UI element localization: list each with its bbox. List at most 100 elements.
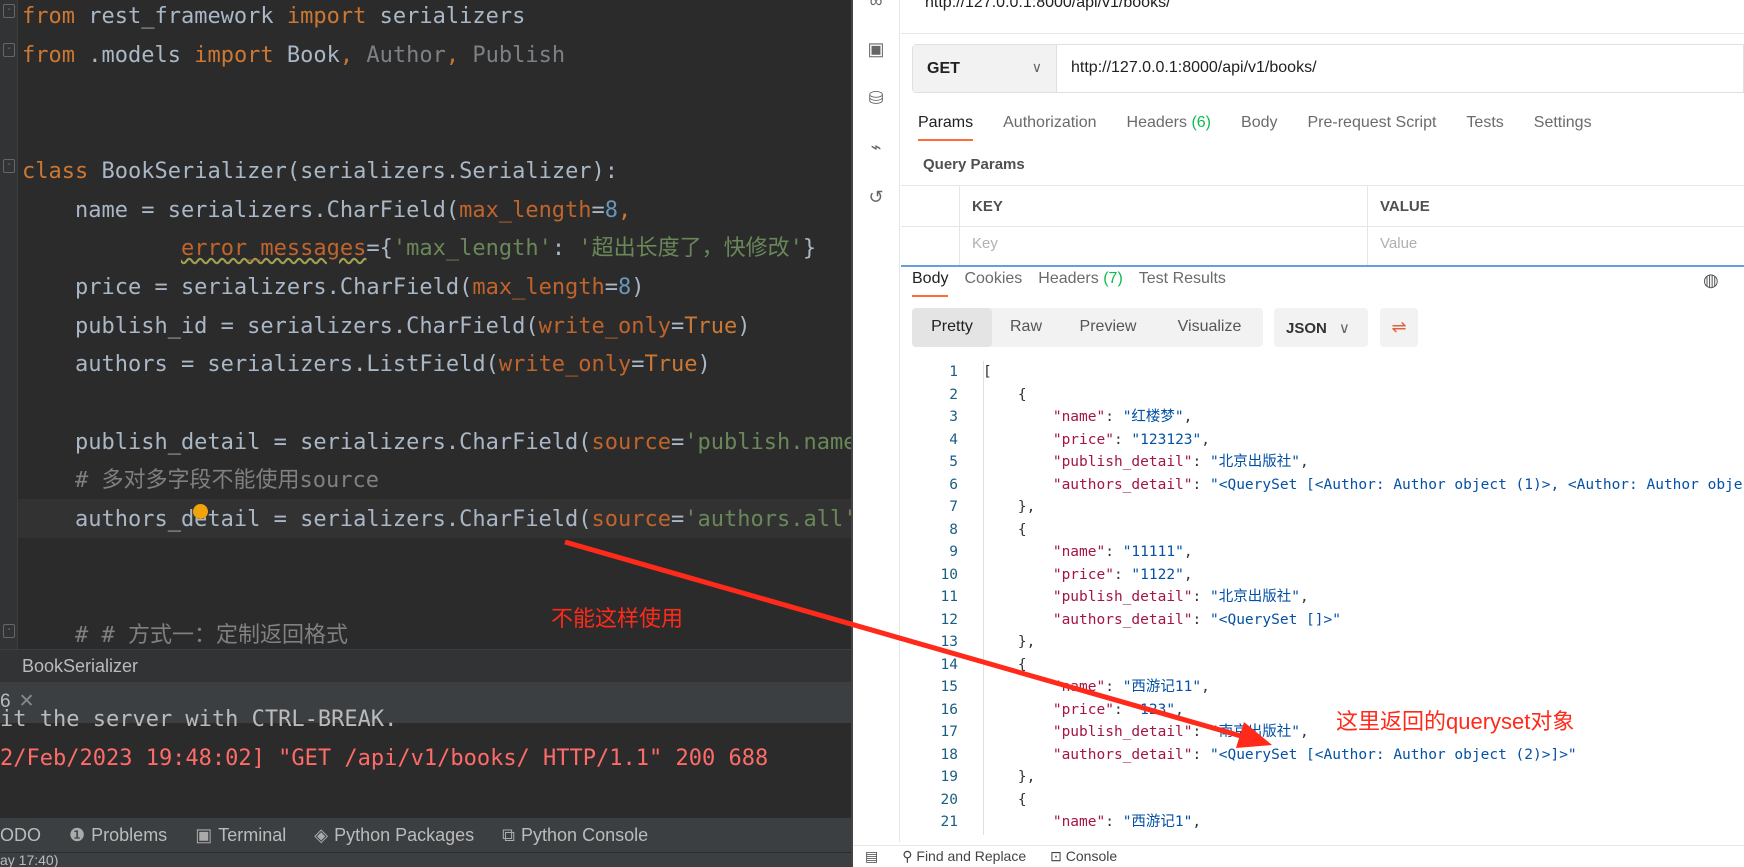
terminal-line: it the server with CTRL-BREAK. xyxy=(0,707,398,732)
tool-window-odo[interactable]: ODO xyxy=(0,825,41,846)
tab-authorization[interactable]: Authorization xyxy=(1003,114,1096,132)
intention-bulb-icon[interactable] xyxy=(193,504,208,519)
method-value: GET xyxy=(927,60,960,77)
json-token: : xyxy=(1113,701,1132,718)
code-token: '超出长度了，快修改' xyxy=(578,236,803,262)
tab-params[interactable]: Params xyxy=(918,114,974,141)
json-line: 14 { xyxy=(901,654,1027,676)
line-number: 20 xyxy=(940,791,958,808)
json-line: 9 "name": "11111", xyxy=(901,541,1192,563)
code-token: authors = serializers.ListField( xyxy=(22,352,499,378)
json-token: "publish_detail" xyxy=(1052,724,1193,740)
line-number: 21 xyxy=(940,814,958,830)
breadcrumb[interactable]: BookSerializer xyxy=(0,649,851,682)
language-select[interactable]: JSON ∨ xyxy=(1274,308,1368,347)
format-preview[interactable]: Preview xyxy=(1060,308,1156,347)
tool-window-terminal[interactable]: ▣ Terminal xyxy=(195,825,286,846)
problems-icon: ❶ xyxy=(69,824,86,845)
pane-resize-handle[interactable] xyxy=(901,265,1744,267)
sidebar-toggle-icon[interactable]: ▤ xyxy=(865,848,878,865)
json-token: "authors_detail" xyxy=(1052,476,1193,493)
code-token: = xyxy=(671,429,685,455)
wrap-lines-icon[interactable]: ⇌ xyxy=(1380,308,1418,347)
key-header: KEY xyxy=(959,186,1367,226)
format-visualize[interactable]: Visualize xyxy=(1156,308,1263,347)
terminal-icon: ▣ xyxy=(195,824,213,845)
params-table: KEY VALUE Key Value xyxy=(901,185,1744,266)
code-token: } xyxy=(802,236,817,262)
code-token: # # 方式一：定制返回格式 xyxy=(22,623,348,649)
code-line: class BookSerializer(serializers.Seriali… xyxy=(22,157,618,187)
code-token: # 多对多字段不能使用source xyxy=(22,468,379,494)
json-token: , xyxy=(1201,431,1210,448)
method-select[interactable]: GET ∨ xyxy=(913,45,1057,92)
json-line: 21 "name": "西游记1", xyxy=(901,811,1202,833)
tab-test-results[interactable]: Test Results xyxy=(1139,270,1226,288)
tool-window-python-console[interactable]: ⧉ Python Console xyxy=(502,825,648,846)
code-token: from xyxy=(22,4,89,29)
terminal-output[interactable]: it the server with CTRL-BREAK. 2/Feb/202… xyxy=(0,707,851,818)
code-token: error_messages xyxy=(180,236,367,262)
json-token: "北京出版社" xyxy=(1210,454,1300,470)
fold-icon[interactable]: - xyxy=(3,159,15,173)
tab-headers[interactable]: Headers (6) xyxy=(1127,114,1212,132)
json-token: "123123" xyxy=(1131,431,1202,448)
collections-icon[interactable]: ∞ xyxy=(865,0,887,12)
format-raw[interactable]: Raw xyxy=(992,308,1060,347)
json-token: "name" xyxy=(1052,409,1106,425)
history-icon[interactable]: ↺ xyxy=(865,186,887,208)
monitors-icon[interactable]: ⌁ xyxy=(865,136,887,158)
tab-pre-request-script[interactable]: Pre-request Script xyxy=(1307,114,1436,132)
tool-window-problems[interactable]: ❶ Problems xyxy=(69,825,167,846)
tool-window-label: Terminal xyxy=(218,824,287,845)
code-line: from .models import Book, Author, Publis… xyxy=(22,41,565,71)
code-token: authors_detail = serializers.CharField( xyxy=(22,507,592,533)
breadcrumb-item[interactable]: BookSerializer xyxy=(22,656,138,676)
fold-icon[interactable]: - xyxy=(3,43,15,57)
code-token: publish_detail = serializers.CharField( xyxy=(22,429,592,455)
console-button[interactable]: ⊡ Console xyxy=(1050,848,1117,865)
tool-window-label: Python Console xyxy=(521,824,649,845)
globe-icon[interactable]: ◍ xyxy=(1703,270,1719,291)
postman-sidebar: ∞ ▣ ⛁ ⌁ ↺ xyxy=(853,0,900,842)
code-token: = xyxy=(604,274,619,300)
code-token: price = serializers.CharField( xyxy=(22,274,473,300)
chevron-down-icon: ∨ xyxy=(1338,320,1350,337)
find-replace-button[interactable]: ⚲ Find and Replace xyxy=(902,848,1026,865)
line-number: 7 xyxy=(949,499,958,515)
apis-icon[interactable]: ▣ xyxy=(865,38,887,60)
json-token: "西游记11" xyxy=(1122,679,1202,695)
tab-body[interactable]: Body xyxy=(1241,114,1277,132)
fold-icon[interactable]: - xyxy=(3,4,15,18)
format-pretty[interactable]: Pretty xyxy=(912,308,992,347)
tab-body[interactable]: Body xyxy=(912,270,949,297)
code-token: 'max_length' xyxy=(392,236,552,262)
json-line: 2 { xyxy=(901,384,1026,406)
fold-icon[interactable]: - xyxy=(3,624,15,638)
code-token: = xyxy=(631,352,645,378)
console-label: Console xyxy=(1065,848,1118,864)
code-token: , xyxy=(618,197,632,223)
value-input[interactable]: Value xyxy=(1367,227,1744,266)
key-input[interactable]: Key xyxy=(959,227,1367,266)
code-token: from xyxy=(22,42,89,68)
tool-window-label: Python Packages xyxy=(334,824,475,845)
postman-footer: ▤ ⚲ Find and Replace ⊡ Console xyxy=(853,845,1744,867)
url-input[interactable]: http://127.0.0.1:8000/api/v1/books/ xyxy=(1057,45,1317,92)
tab-tests[interactable]: Tests xyxy=(1466,114,1503,132)
json-token: "authors_detail" xyxy=(1052,746,1193,763)
code-line: publish_detail = serializers.CharField(s… xyxy=(22,428,851,458)
tab-headers[interactable]: Headers (7) xyxy=(1038,270,1123,288)
tool-window-python-packages[interactable]: ◈ Python Packages xyxy=(314,825,474,846)
code-token: = xyxy=(591,197,605,223)
tab-cookies[interactable]: Cookies xyxy=(964,270,1022,288)
tab-settings[interactable]: Settings xyxy=(1534,114,1592,132)
environments-icon[interactable]: ⛁ xyxy=(865,87,887,109)
response-body[interactable]: 1[2 {3 "name": "红楼梦", 4 "price": "123123"… xyxy=(901,361,1744,835)
request-tabs: Params Authorization Headers (6) Body Pre-re… xyxy=(918,114,1622,141)
code-line: # 多对多字段不能使用source xyxy=(22,466,379,496)
code-token: 8 xyxy=(604,197,619,223)
code-token: = xyxy=(671,507,685,533)
format-tabs: Pretty Raw Preview Visualize xyxy=(912,308,1263,347)
